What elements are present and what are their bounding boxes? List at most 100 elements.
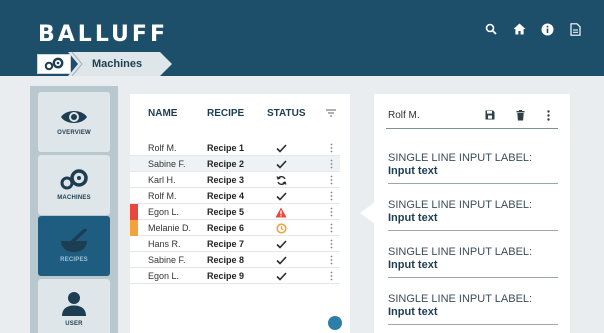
row-menu-icon[interactable] (327, 158, 335, 170)
cell-name: Egon L. (148, 207, 180, 217)
column-header-recipe[interactable]: RECIPE (207, 108, 244, 119)
info-icon[interactable] (540, 22, 554, 36)
sidebar: OVERVIEW MACHINES RECIPES USER (30, 86, 118, 333)
table-row[interactable]: Rolf M. Recipe 1 (130, 140, 340, 156)
user-icon (62, 292, 86, 316)
input-value[interactable]: Input text (388, 165, 560, 177)
sidebar-item-label: RECIPES (60, 257, 88, 263)
cell-recipe: Recipe 7 (207, 239, 245, 249)
document-icon[interactable] (568, 22, 582, 36)
table-row[interactable]: Egon L. Recipe 5 (130, 204, 340, 220)
cell-recipe: Recipe 3 (207, 175, 245, 185)
input-field[interactable]: SINGLE LINE INPUT LABEL: Input text (388, 293, 560, 325)
row-menu-icon[interactable] (327, 190, 335, 202)
input-label: SINGLE LINE INPUT LABEL: (388, 152, 533, 164)
input-underline (388, 277, 558, 278)
cell-name: Egon L. (148, 271, 180, 281)
error-icon (273, 205, 289, 219)
filter-icon[interactable] (326, 109, 336, 120)
gears-icon (60, 169, 88, 190)
breadcrumb-label: Machines (92, 58, 143, 70)
check-icon (273, 269, 289, 283)
input-underline (388, 230, 558, 231)
header-actions (484, 22, 582, 36)
sidebar-item-machines[interactable]: MACHINES (38, 155, 110, 215)
row-menu-icon[interactable] (327, 206, 335, 218)
column-header-status[interactable]: STATUS (267, 108, 306, 119)
pending-icon (273, 221, 289, 235)
cell-name: Rolf M. (148, 143, 177, 153)
cell-name: Melanie D. (148, 223, 192, 233)
cell-name: Karl H. (148, 175, 176, 185)
check-icon (273, 237, 289, 251)
search-icon[interactable] (484, 22, 498, 36)
input-field[interactable]: SINGLE LINE INPUT LABEL: Input text (388, 199, 560, 231)
input-underline (388, 324, 558, 325)
detail-user-name: Rolf M. (388, 110, 420, 121)
cell-recipe: Recipe 4 (207, 191, 245, 201)
check-icon (273, 253, 289, 267)
table-row[interactable]: Egon L. Recipe 9 (130, 268, 340, 284)
cell-recipe: Recipe 8 (207, 255, 245, 265)
check-icon (273, 141, 289, 155)
status-flag (130, 204, 138, 220)
row-menu-icon[interactable] (327, 270, 335, 282)
sidebar-item-recipes[interactable]: RECIPES (38, 216, 110, 276)
more-icon[interactable] (542, 108, 554, 122)
input-field[interactable]: SINGLE LINE INPUT LABEL: Input text (388, 152, 560, 184)
input-label: SINGLE LINE INPUT LABEL: (388, 199, 533, 211)
sidebar-item-overview[interactable]: OVERVIEW (38, 92, 110, 152)
cell-name: Rolf M. (148, 191, 177, 201)
input-label: SINGLE LINE INPUT LABEL: (388, 293, 533, 305)
recipe-table: NAME RECIPE STATUS Rolf M. Recipe 1 Sabine… (130, 94, 350, 333)
detail-panel: Rolf M. SINGLE LINE INPUT LABEL: Input t… (360, 94, 570, 333)
check-icon (273, 189, 289, 203)
row-menu-icon[interactable] (327, 222, 335, 234)
add-button[interactable] (328, 316, 342, 330)
cell-recipe: Recipe 6 (207, 223, 245, 233)
sidebar-item-label: USER (65, 321, 83, 327)
sidebar-item-label: MACHINES (57, 195, 91, 201)
table-row[interactable]: Hans R. Recipe 7 (130, 236, 340, 252)
panel-pointer (360, 202, 375, 224)
status-flag (130, 220, 138, 236)
cell-name: Hans R. (148, 239, 181, 249)
table-row[interactable]: Karl H. Recipe 3 (130, 172, 340, 188)
home-icon[interactable] (512, 22, 526, 36)
cell-recipe: Recipe 2 (207, 159, 245, 169)
check-icon (273, 157, 289, 171)
row-menu-icon[interactable] (327, 142, 335, 154)
input-value[interactable]: Input text (388, 259, 560, 271)
input-value[interactable]: Input text (388, 306, 560, 318)
divider (386, 128, 558, 129)
sidebar-item-user[interactable]: USER (38, 279, 110, 333)
sidebar-item-label: OVERVIEW (57, 130, 91, 136)
cell-recipe: Recipe 5 (207, 207, 245, 217)
row-menu-icon[interactable] (327, 174, 335, 186)
table-row[interactable]: Melanie D. Recipe 6 (130, 220, 340, 236)
balluff-logo: BALLUFF (38, 22, 168, 47)
breadcrumb[interactable]: Machines (68, 52, 172, 76)
cell-name: Sabine F. (148, 159, 186, 169)
input-field[interactable]: SINGLE LINE INPUT LABEL: Input text (388, 246, 560, 278)
table-header: NAME RECIPE STATUS (130, 108, 350, 128)
input-underline (388, 183, 558, 184)
save-icon[interactable] (484, 108, 496, 122)
delete-icon[interactable] (514, 108, 526, 122)
row-menu-icon[interactable] (327, 254, 335, 266)
app-header: BALLUFF Machines (0, 0, 604, 76)
eye-icon (61, 111, 87, 123)
table-row[interactable]: Rolf M. Recipe 4 (130, 188, 340, 204)
column-header-name[interactable]: NAME (148, 108, 177, 119)
cell-name: Sabine F. (148, 255, 186, 265)
input-value[interactable]: Input text (388, 212, 560, 224)
sync-icon (273, 173, 289, 187)
cell-recipe: Recipe 9 (207, 271, 245, 281)
input-label: SINGLE LINE INPUT LABEL: (388, 246, 533, 258)
breadcrumb-home[interactable] (37, 54, 71, 74)
gears-icon (44, 57, 64, 71)
cell-recipe: Recipe 1 (207, 143, 245, 153)
table-row[interactable]: Sabine F. Recipe 2 (130, 156, 340, 172)
table-row[interactable]: Sabine F. Recipe 8 (130, 252, 340, 268)
row-menu-icon[interactable] (327, 238, 335, 250)
